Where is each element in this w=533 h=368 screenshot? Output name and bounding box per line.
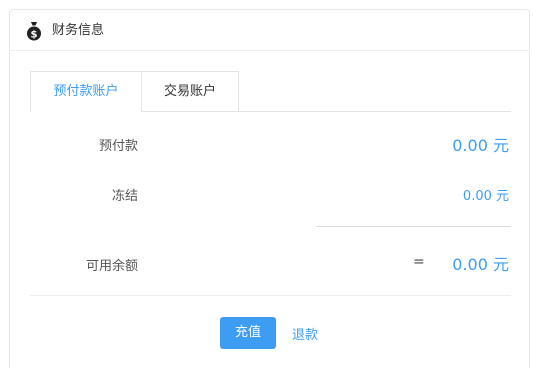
recharge-button[interactable]: 充值 xyxy=(220,317,276,349)
prepaid-label: 预付款 xyxy=(98,139,138,154)
equals-sign: = xyxy=(413,254,425,270)
account-tabs: 预付款账户 交易账户 xyxy=(30,71,511,112)
finance-card: $ 财务信息 预付款账户 交易账户 预付款 0.00 元 冻结 0.00 元 可… xyxy=(9,9,530,368)
tab-trading-account[interactable]: 交易账户 xyxy=(141,71,239,112)
refund-link[interactable]: 退款 xyxy=(292,324,318,343)
svg-text:$: $ xyxy=(31,30,38,41)
tab-prepaid-account[interactable]: 预付款账户 xyxy=(30,71,142,112)
bottom-divider xyxy=(30,295,511,296)
frozen-label: 冻结 xyxy=(111,189,138,204)
money-bag-icon: $ xyxy=(27,22,41,41)
card-header: $ 财务信息 xyxy=(10,10,529,51)
prepaid-amount: 0.00 元 xyxy=(452,136,509,155)
frozen-amount: 0.00 元 xyxy=(462,189,509,204)
card-title: 财务信息 xyxy=(52,23,105,38)
available-label: 可用余额 xyxy=(85,259,138,274)
sum-divider xyxy=(316,226,511,227)
available-amount: 0.00 元 xyxy=(452,255,509,274)
